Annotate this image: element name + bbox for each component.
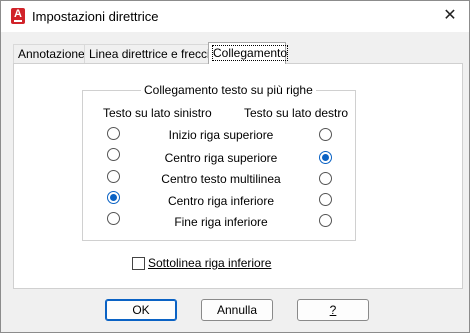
tab-linea-direttrice[interactable]: Linea direttrice e freccia <box>84 44 216 63</box>
underline-bottom-line-label[interactable]: Sottolinea riga inferiore <box>148 256 271 270</box>
cancel-button[interactable]: Annulla <box>201 299 273 321</box>
right-radio-fine-riga-inferiore[interactable] <box>319 214 332 227</box>
option-label: Inizio riga superiore <box>168 128 274 142</box>
right-radio-centro-riga-superiore[interactable] <box>319 151 332 164</box>
option-label: Centro riga superiore <box>164 151 278 165</box>
option-label: Fine riga inferiore <box>174 215 268 229</box>
tab-panel: Collegamento testo su più righe Testo su… <box>13 63 463 289</box>
left-radio-fine-riga-inferiore[interactable] <box>107 212 120 225</box>
title-bar: A Impostazioni direttrice ✕ <box>1 1 469 32</box>
close-icon[interactable]: ✕ <box>441 7 459 25</box>
tab-annotazione[interactable]: Annotazione <box>13 44 89 63</box>
left-radio-centro-riga-inferiore[interactable] <box>107 191 120 204</box>
underline-bottom-line-checkbox[interactable] <box>132 257 145 270</box>
dialog-window: A Impostazioni direttrice ✕ Annotazione … <box>0 0 470 333</box>
dialog-title: Impostazioni direttrice <box>32 9 159 24</box>
option-label: Centro riga inferiore <box>167 194 275 208</box>
left-side-heading: Testo su lato sinistro <box>103 106 212 120</box>
group-title: Collegamento testo su più righe <box>141 83 316 97</box>
right-radio-centro-testo-multilinea[interactable] <box>319 172 332 185</box>
tab-collegamento[interactable]: Collegamento <box>208 42 289 64</box>
autocad-app-icon: A <box>11 8 25 24</box>
ok-button[interactable]: OK <box>105 299 177 321</box>
tab-collegamento-label: Collegamento <box>211 45 289 61</box>
right-radio-inizio-riga-superiore[interactable] <box>319 128 332 141</box>
left-radio-centro-testo-multilinea[interactable] <box>107 170 120 183</box>
multiline-attachment-group: Collegamento testo su più righe Testo su… <box>82 83 356 241</box>
right-radio-centro-riga-inferiore[interactable] <box>319 193 332 206</box>
option-label: Centro testo multilinea <box>161 172 281 186</box>
left-radio-centro-riga-superiore[interactable] <box>107 148 120 161</box>
left-radio-inizio-riga-superiore[interactable] <box>107 127 120 140</box>
help-button[interactable]: ? <box>297 299 369 321</box>
right-side-heading: Testo su lato destro <box>244 106 349 120</box>
